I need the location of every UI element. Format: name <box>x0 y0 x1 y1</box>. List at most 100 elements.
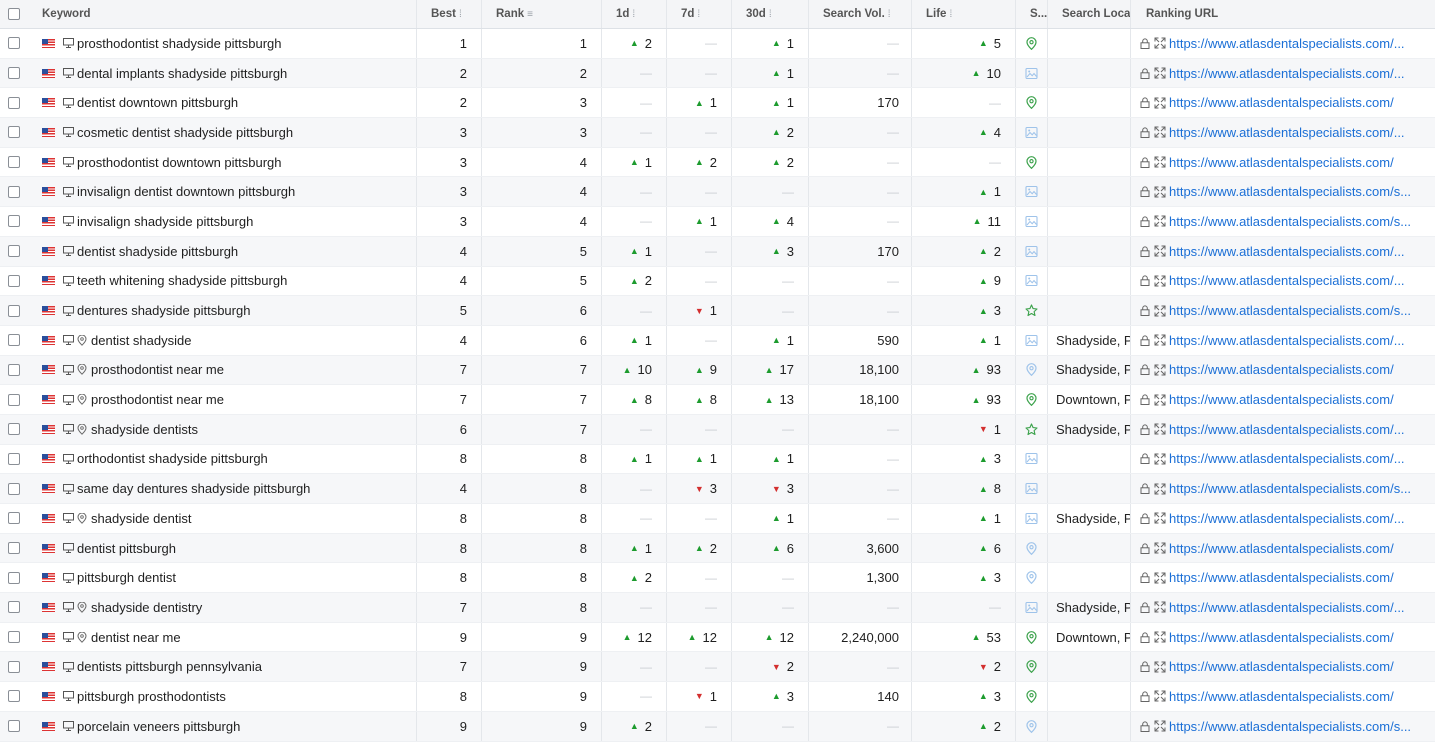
table-row[interactable]: prosthodontist near me 7 7 ▲ 8 ▲ 8 ▲ 13 18,… <box>0 385 1435 415</box>
ranking-url-link[interactable]: https://www.atlasdentalspecialists.com/s… <box>1169 214 1411 229</box>
keyword-cell[interactable]: orthodontist shadyside pittsburgh <box>28 444 417 474</box>
expand-icon[interactable] <box>1154 601 1166 613</box>
serp-feature-cell[interactable] <box>1016 177 1048 207</box>
ranking-url-cell[interactable]: https://www.atlasdentalspecialists.com/.… <box>1131 445 1423 474</box>
row-checkbox[interactable] <box>0 326 28 355</box>
image-icon[interactable] <box>1025 334 1038 347</box>
lock-icon[interactable] <box>1140 394 1150 406</box>
image-icon[interactable] <box>1025 67 1038 80</box>
row-checkbox[interactable] <box>0 563 28 592</box>
star-icon[interactable] <box>1025 304 1038 317</box>
table-row[interactable]: prosthodontist shadyside pittsburgh 1 1 … <box>0 29 1435 59</box>
map-pin-icon[interactable] <box>1025 660 1038 674</box>
table-row[interactable]: dentist downtown pittsburgh 2 3 — ▲ 1 ▲ 1 … <box>0 88 1435 119</box>
ranking-url-cell[interactable]: https://www.atlasdentalspecialists.com/.… <box>1131 267 1423 296</box>
table-row[interactable]: shadyside dentistry 7 8 — — — — — Shadys… <box>0 593 1435 623</box>
ranking-url-link[interactable]: https://www.atlasdentalspecialists.com/ <box>1169 689 1394 704</box>
ranking-url-link[interactable]: https://www.atlasdentalspecialists.com/.… <box>1169 511 1405 526</box>
column-header-life[interactable]: Life ⁞ <box>912 0 1016 28</box>
expand-icon[interactable] <box>1154 126 1166 138</box>
expand-icon[interactable] <box>1154 720 1166 732</box>
expand-icon[interactable] <box>1154 305 1166 317</box>
ranking-url-cell[interactable]: https://www.atlasdentalspecialists.com/ <box>1131 148 1423 177</box>
keyword-cell[interactable]: invisalign shadyside pittsburgh <box>28 207 417 236</box>
image-icon[interactable] <box>1025 512 1038 525</box>
serp-feature-cell[interactable] <box>1016 563 1048 593</box>
keyword-cell[interactable]: pittsburgh dentist <box>28 563 417 593</box>
keyword-cell[interactable]: cosmetic dentist shadyside pittsburgh <box>28 118 417 147</box>
ranking-url-cell[interactable]: https://www.atlasdentalspecialists.com/ <box>1131 563 1423 592</box>
lock-icon[interactable] <box>1140 513 1150 524</box>
map-pin-light-icon[interactable] <box>1025 541 1038 555</box>
keyword-cell[interactable]: dentist near me <box>28 622 417 652</box>
ranking-url-cell[interactable]: https://www.atlasdentalspecialists.com/ <box>1131 385 1423 414</box>
ranking-url-cell[interactable]: https://www.atlasdentalspecialists.com/ <box>1131 88 1423 117</box>
row-checkbox[interactable] <box>0 445 28 474</box>
map-pin-icon[interactable] <box>1025 155 1038 169</box>
expand-icon[interactable] <box>1154 512 1166 524</box>
table-row[interactable]: cosmetic dentist shadyside pittsburgh 3 … <box>0 118 1435 148</box>
image-icon[interactable] <box>1025 452 1038 465</box>
ranking-url-cell[interactable]: https://www.atlasdentalspecialists.com/ <box>1131 356 1423 385</box>
keyword-cell[interactable]: porcelain veneers pittsburgh <box>28 711 417 741</box>
row-checkbox[interactable] <box>0 356 28 385</box>
ranking-url-link[interactable]: https://www.atlasdentalspecialists.com/.… <box>1169 333 1405 348</box>
lock-icon[interactable] <box>1140 246 1150 257</box>
lock-icon[interactable] <box>1140 67 1150 79</box>
table-row[interactable]: dental implants shadyside pittsburgh 2 2… <box>0 58 1435 89</box>
image-icon[interactable] <box>1025 215 1038 228</box>
image-icon[interactable] <box>1025 601 1038 614</box>
table-row[interactable]: pittsburgh prosthodontists 8 9 — ▼ 1 ▲ 3 1… <box>0 682 1435 712</box>
table-row[interactable]: porcelain veneers pittsburgh 9 9 ▲ 2 — — … <box>0 711 1435 742</box>
map-pin-light-icon[interactable] <box>1025 363 1038 377</box>
row-checkbox[interactable] <box>0 148 28 177</box>
ranking-url-link[interactable]: https://www.atlasdentalspecialists.com/s… <box>1169 303 1411 318</box>
lock-icon[interactable] <box>1140 691 1150 702</box>
serp-feature-cell[interactable] <box>1016 652 1048 682</box>
keyword-cell[interactable]: dental implants shadyside pittsburgh <box>28 58 417 88</box>
image-icon[interactable] <box>1025 245 1038 258</box>
table-row[interactable]: dentist shadyside pittsburgh 4 5 ▲ 1 — ▲ 3… <box>0 236 1435 267</box>
row-checkbox[interactable] <box>0 29 28 58</box>
column-header-rank[interactable]: Rank ≡ <box>482 0 602 28</box>
row-checkbox[interactable] <box>0 267 28 296</box>
keyword-cell[interactable]: shadyside dentistry <box>28 593 417 622</box>
lock-icon[interactable] <box>1140 424 1150 435</box>
keyword-cell[interactable]: shadyside dentist <box>28 504 417 533</box>
serp-feature-cell[interactable] <box>1016 266 1048 296</box>
map-pin-icon[interactable] <box>1025 36 1038 50</box>
row-checkbox[interactable] <box>0 59 28 88</box>
star-icon[interactable] <box>1025 423 1038 436</box>
table-row[interactable]: dentist pittsburgh 8 8 ▲ 1 ▲ 2 ▲ 6 3,600 ▲ 6… <box>0 533 1435 564</box>
lock-icon[interactable] <box>1140 97 1150 109</box>
keyword-cell[interactable]: teeth whitening shadyside pittsburgh <box>28 266 417 296</box>
expand-icon[interactable] <box>1154 97 1166 109</box>
ranking-url-cell[interactable]: https://www.atlasdentalspecialists.com/.… <box>1131 415 1423 444</box>
keyword-cell[interactable]: prosthodontist shadyside pittsburgh <box>28 29 417 58</box>
column-header-serp-features[interactable]: S... <box>1016 0 1048 28</box>
serp-feature-cell[interactable] <box>1016 355 1048 385</box>
ranking-url-link[interactable]: https://www.atlasdentalspecialists.com/s… <box>1169 184 1411 199</box>
ranking-url-cell[interactable]: https://www.atlasdentalspecialists.com/.… <box>1131 237 1423 266</box>
row-checkbox[interactable] <box>0 474 28 503</box>
ranking-url-link[interactable]: https://www.atlasdentalspecialists.com/.… <box>1169 451 1405 466</box>
keyword-cell[interactable]: prosthodontist downtown pittsburgh <box>28 147 417 177</box>
table-row[interactable]: same day dentures shadyside pittsburgh 4… <box>0 474 1435 504</box>
serp-feature-cell[interactable] <box>1016 593 1048 622</box>
keyword-cell[interactable]: same day dentures shadyside pittsburgh <box>28 474 417 503</box>
serp-feature-cell[interactable] <box>1016 504 1048 533</box>
expand-icon[interactable] <box>1154 631 1166 643</box>
column-header-1d[interactable]: 1d ⁞ <box>602 0 667 28</box>
table-row[interactable]: pittsburgh dentist 8 8 ▲ 2 — — 1,300 ▲ 3 h… <box>0 563 1435 594</box>
expand-icon[interactable] <box>1154 245 1166 257</box>
expand-icon[interactable] <box>1154 215 1166 227</box>
serp-feature-cell[interactable] <box>1016 236 1048 266</box>
serp-feature-cell[interactable] <box>1016 414 1048 444</box>
ranking-url-link[interactable]: https://www.atlasdentalspecialists.com/.… <box>1169 36 1405 51</box>
row-checkbox[interactable] <box>0 296 28 325</box>
column-header-7d[interactable]: 7d ⁞ <box>667 0 732 28</box>
ranking-url-link[interactable]: https://www.atlasdentalspecialists.com/ <box>1169 362 1394 377</box>
table-row[interactable]: dentist near me 9 9 ▲ 12 ▲ 12 ▲ 12 2,240,00… <box>0 622 1435 653</box>
serp-feature-cell[interactable] <box>1016 444 1048 474</box>
table-row[interactable]: orthodontist shadyside pittsburgh 8 8 ▲ 1… <box>0 444 1435 475</box>
